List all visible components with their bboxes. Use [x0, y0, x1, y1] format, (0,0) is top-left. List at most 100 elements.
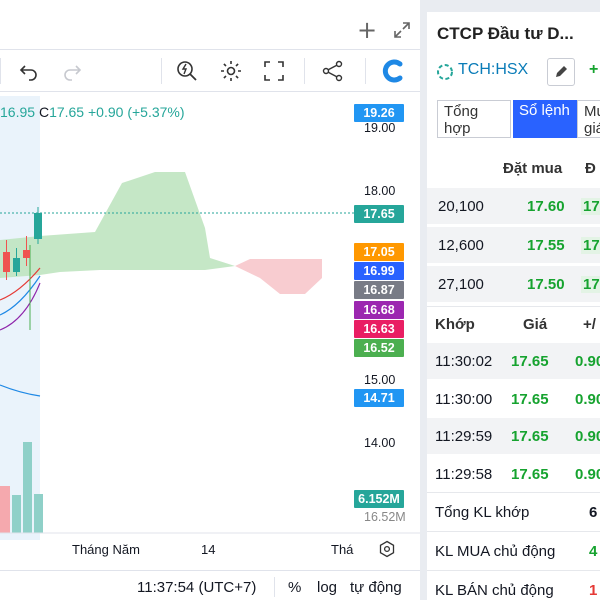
bid-volume: 20,100	[438, 198, 484, 215]
price-axis-label: 18.00	[364, 184, 396, 198]
symbol-row: TCH:HSX +	[435, 58, 600, 86]
trade-row: 11:30:02 17.65 0.90	[427, 343, 600, 379]
tab-price-steps[interactable]: Mu giá	[577, 100, 600, 138]
settings-icon[interactable]	[218, 58, 244, 84]
bid-price[interactable]: 17.60	[527, 198, 565, 215]
bid-price[interactable]: 17.55	[527, 237, 565, 254]
trade-row: 11:29:59 17.65 0.90	[427, 418, 600, 454]
clock-time: 11:37:54 (UTC+7)	[137, 579, 257, 596]
price-axis-label: 15.00	[364, 373, 396, 387]
selection-highlight	[0, 96, 40, 540]
toolbar-separator	[304, 58, 305, 84]
volume-bar	[12, 495, 21, 533]
stat-label: Tổng KL khớp	[435, 504, 530, 521]
trade-price: 17.65	[511, 466, 549, 483]
brand-logo-icon[interactable]	[380, 58, 406, 84]
orderbook-bid-header: Đặt mua	[503, 160, 563, 177]
auto-scale-button[interactable]: tự động	[350, 579, 402, 596]
chart-header: +	[0, 12, 420, 50]
chart-bottom-bar: 11:37:54 (UTC+7) % log tự động	[0, 570, 420, 600]
trade-time: 11:30:00	[435, 391, 493, 408]
chart-toolbar	[0, 50, 420, 92]
tab-summary[interactable]: Tổng hợp	[437, 100, 511, 138]
trade-change: 0.90	[575, 428, 600, 445]
trade-row: 11:30:00 17.65 0.90	[427, 381, 600, 417]
stat-value: 6	[589, 504, 598, 521]
stat-value: 1	[589, 582, 598, 599]
orderbook-ask-header: Đ	[585, 160, 596, 177]
trades-header: Khớp Giá +/	[427, 306, 600, 342]
axis-settings-icon[interactable]	[378, 540, 396, 561]
share-icon[interactable]	[320, 58, 346, 84]
undo-icon[interactable]	[16, 58, 42, 84]
symbol-panel: CTCP Đầu tư D... TCH:HSX + Tổng hợp Sổ l…	[427, 12, 600, 600]
panel-tabs: Tổng hợp Sổ lệnh Mu giá	[437, 100, 600, 138]
trade-change: 0.90	[575, 353, 600, 370]
price-tag: 16.63	[354, 320, 404, 338]
toolbar-separator	[161, 58, 162, 84]
stat-value: 4	[589, 543, 598, 560]
bid-volume: 27,100	[438, 276, 484, 293]
add-icon[interactable]: +	[357, 16, 377, 44]
time-axis-label: 14	[201, 542, 216, 557]
ask-price-partial: 17	[581, 276, 600, 293]
price-axis-label: 19.00	[364, 121, 396, 135]
toolbar-separator	[0, 58, 1, 84]
trade-row: 11:29:58 17.65 0.90	[427, 456, 600, 492]
price-tag: 17.05	[354, 243, 404, 261]
trade-time: 11:30:02	[435, 353, 493, 370]
stat-active-sell-volume: KL BÁN chủ động 1	[427, 570, 600, 600]
price-axis-label-partial: 16.52M	[364, 510, 406, 524]
toolbar-separator	[365, 58, 366, 84]
ichimoku-cloud-bearish	[235, 259, 322, 294]
trade-time: 11:29:58	[435, 466, 493, 483]
edit-icon[interactable]	[547, 58, 575, 86]
ohlc-legend: 16.95 C17.65 +0.90 (+5.37%)	[0, 104, 185, 120]
symbol-code[interactable]: TCH:HSX	[458, 61, 528, 79]
orderbook-header: Đặt mua Đ	[427, 150, 600, 186]
change-partial: +	[589, 61, 599, 78]
stat-label: KL BÁN chủ động	[435, 582, 554, 599]
trades-change-header: +/	[583, 316, 596, 333]
bid-price[interactable]: 17.50	[527, 276, 565, 293]
quick-search-icon[interactable]	[174, 58, 200, 84]
orderbook-row: 12,600 17.55 17	[427, 227, 600, 263]
price-axis-label: 14.00	[364, 436, 396, 450]
chart-panel: + 16.95 C17.65 +0.90 (+5.37%) 19.00 18.0…	[0, 0, 420, 600]
trade-change: 0.90	[575, 466, 600, 483]
trades-time-header: Khớp	[435, 316, 475, 333]
trade-price: 17.65	[511, 428, 549, 445]
trade-price: 17.65	[511, 353, 549, 370]
stat-label: KL MUA chủ động	[435, 543, 556, 560]
price-tag: 16.52	[354, 339, 404, 357]
percent-scale-button[interactable]: %	[288, 579, 301, 596]
price-tag-last: 17.65	[354, 205, 404, 223]
ohlc-close-label: C	[38, 104, 50, 120]
ohlc-low: 16.95	[0, 104, 36, 120]
time-axis-label: Tháng Năm	[72, 542, 140, 557]
company-name: CTCP Đầu tư D...	[437, 24, 574, 43]
time-axis: Tháng Năm 14 Thá	[0, 540, 420, 562]
bid-volume: 12,600	[438, 237, 484, 254]
fullscreen-icon[interactable]	[261, 58, 287, 84]
tab-orderbook[interactable]: Sổ lệnh	[513, 100, 577, 138]
orderbook-row: 20,100 17.60 17	[427, 188, 600, 224]
expand-icon[interactable]	[392, 20, 412, 44]
log-scale-button[interactable]: log	[317, 579, 337, 596]
ask-price-partial: 17	[581, 237, 600, 254]
bottom-separator	[274, 577, 275, 597]
trade-time: 11:29:59	[435, 428, 493, 445]
stat-total-volume: Tổng KL khớp 6	[427, 492, 600, 530]
price-tag: 16.68	[354, 301, 404, 319]
trade-price: 17.65	[511, 391, 549, 408]
volume-bar	[23, 442, 32, 533]
trades-price-header: Giá	[523, 316, 548, 333]
redo-icon[interactable]	[59, 58, 85, 84]
stat-active-buy-volume: KL MUA chủ động 4	[427, 531, 600, 569]
ask-price-partial: 17	[581, 198, 600, 215]
symbol-link-icon[interactable]	[435, 62, 455, 87]
volume-tag: 6.152M	[354, 490, 404, 508]
price-tag: 16.99	[354, 262, 404, 280]
price-tag: 14.71	[354, 389, 404, 407]
price-tag: 19.26	[354, 104, 404, 122]
